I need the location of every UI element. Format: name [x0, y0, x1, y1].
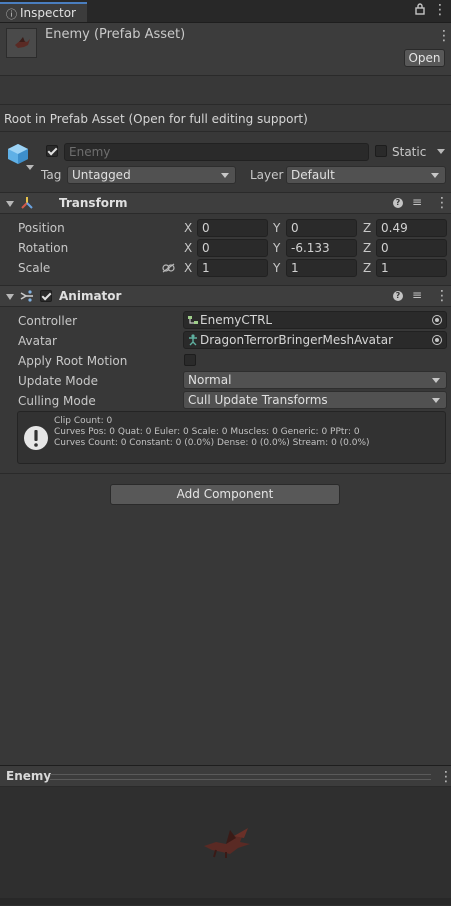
info-icon: ⓘ: [6, 8, 17, 21]
animator-foldout-arrow[interactable]: [6, 294, 14, 300]
divider: [0, 473, 451, 474]
avatar-field[interactable]: DragonTerrorBringerMeshAvatar: [183, 331, 447, 349]
rotation-x-label[interactable]: X: [184, 241, 192, 255]
dragon-preview-image[interactable]: [200, 824, 256, 863]
constrain-proportions-icon[interactable]: [162, 262, 175, 276]
culling-mode-dropdown[interactable]: Cull Update Transforms: [183, 391, 447, 409]
apply-root-motion-label: Apply Root Motion: [18, 354, 128, 368]
object-picker-icon[interactable]: [432, 335, 442, 345]
preset-icon[interactable]: ≡: [412, 288, 422, 302]
add-component-button[interactable]: Add Component: [110, 484, 340, 505]
curves-pos-text: Curves Pos: 0 Quat: 0 Euler: 0 Scale: 0 …: [54, 427, 360, 437]
preview-menu-icon[interactable]: ⋮: [439, 770, 451, 784]
header-menu-icon[interactable]: ⋮: [437, 29, 451, 43]
rotation-y-field[interactable]: -6.133: [286, 239, 357, 257]
preview-bottom-bar: [0, 898, 451, 905]
rotation-label: Rotation: [18, 241, 69, 255]
position-label: Position: [18, 221, 65, 235]
culling-mode-label: Culling Mode: [18, 394, 96, 408]
tag-value: Untagged: [72, 168, 131, 182]
update-mode-dropdown[interactable]: Normal: [183, 371, 447, 389]
animator-enabled-checkbox[interactable]: [40, 290, 52, 302]
culling-mode-value: Cull Update Transforms: [188, 393, 328, 407]
scale-x-label[interactable]: X: [184, 261, 192, 275]
avatar-label: Avatar: [18, 334, 57, 348]
animator-info-box: Clip Count: 0 Curves Pos: 0 Quat: 0 Eule…: [17, 411, 446, 464]
position-z-label[interactable]: Z: [363, 221, 371, 235]
rotation-z-label[interactable]: Z: [363, 241, 371, 255]
avatar-value: DragonTerrorBringerMeshAvatar: [200, 333, 394, 347]
layer-label: Layer: [250, 168, 284, 182]
tab-label: Inspector: [20, 6, 76, 20]
root-notice: Root in Prefab Asset (Open for full edit…: [4, 112, 308, 126]
transform-menu-icon[interactable]: ⋮: [435, 196, 449, 210]
animator-title: Animator: [59, 289, 122, 303]
rotation-y-label[interactable]: Y: [273, 241, 280, 255]
controller-label: Controller: [18, 314, 78, 328]
scale-label: Scale: [18, 261, 51, 275]
position-z-field[interactable]: 0.49: [376, 219, 447, 237]
animator-icon: [20, 289, 34, 306]
help-icon[interactable]: ?: [393, 198, 403, 208]
controller-value: EnemyCTRL: [200, 313, 273, 327]
prefab-thumbnail: [6, 28, 37, 58]
active-checkbox[interactable]: [46, 145, 58, 157]
curves-count-text: Curves Count: 0 Constant: 0 (0.0%) Dense…: [54, 438, 370, 448]
divider: [0, 131, 451, 132]
preview-drag-handle[interactable]: [50, 774, 431, 780]
static-dropdown-arrow[interactable]: [437, 149, 445, 154]
layer-dropdown[interactable]: Default: [286, 166, 446, 184]
scale-y-label[interactable]: Y: [273, 261, 280, 275]
chevron-down-icon: [431, 173, 439, 178]
rotation-z-field[interactable]: 0: [376, 239, 447, 257]
static-checkbox[interactable]: [375, 145, 387, 157]
preview-title: Enemy: [6, 769, 52, 783]
layer-value: Default: [291, 168, 335, 182]
chevron-down-icon: [432, 398, 440, 403]
controller-field[interactable]: EnemyCTRL: [183, 311, 447, 329]
position-y-label[interactable]: Y: [273, 221, 280, 235]
divider: [0, 104, 451, 105]
transform-foldout-arrow[interactable]: [6, 201, 14, 207]
animator-controller-icon: [187, 314, 199, 329]
position-x-label[interactable]: X: [184, 221, 192, 235]
scale-x-field[interactable]: 1: [197, 259, 268, 277]
transform-icon: [20, 196, 34, 213]
object-title: Enemy (Prefab Asset): [45, 27, 186, 42]
name-field[interactable]: Enemy: [64, 143, 369, 161]
animator-menu-icon[interactable]: ⋮: [435, 289, 449, 303]
tab-inspector[interactable]: ⓘ Inspector: [0, 2, 87, 22]
chevron-down-icon: [432, 378, 440, 383]
scale-z-field[interactable]: 1: [376, 259, 447, 277]
scale-z-label[interactable]: Z: [363, 261, 371, 275]
apply-root-motion-checkbox[interactable]: [184, 354, 196, 366]
help-icon[interactable]: ?: [393, 291, 403, 301]
open-button[interactable]: Open: [404, 49, 445, 67]
position-y-field[interactable]: 0: [286, 219, 357, 237]
tab-menu-icon[interactable]: ⋮: [433, 3, 447, 17]
rotation-x-field[interactable]: 0: [197, 239, 268, 257]
lock-icon[interactable]: [415, 3, 425, 18]
chevron-down-icon: [221, 173, 229, 178]
scale-y-field[interactable]: 1: [286, 259, 357, 277]
update-mode-value: Normal: [188, 373, 232, 387]
update-mode-label: Update Mode: [18, 374, 98, 388]
preset-icon[interactable]: ≡: [412, 195, 422, 209]
position-x-field[interactable]: 0: [197, 219, 268, 237]
tag-dropdown[interactable]: Untagged: [67, 166, 236, 184]
icon-dropdown-arrow[interactable]: [26, 165, 34, 170]
clip-count-text: Clip Count: 0: [54, 416, 113, 426]
warning-icon: [23, 425, 49, 454]
tag-label: Tag: [41, 168, 62, 182]
transform-title: Transform: [59, 196, 128, 210]
static-label: Static: [392, 145, 427, 159]
avatar-icon: [187, 334, 199, 349]
object-picker-icon[interactable]: [432, 315, 442, 325]
